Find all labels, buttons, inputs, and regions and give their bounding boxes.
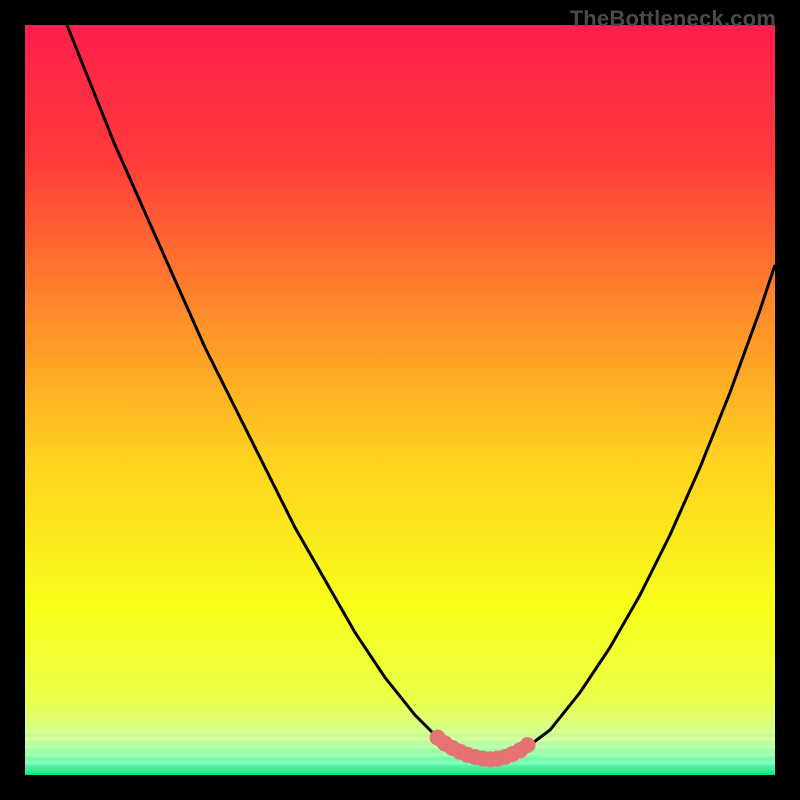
plot-area <box>25 25 775 775</box>
optimal-range-markers <box>430 730 536 768</box>
chart-frame: TheBottleneck.com <box>0 0 800 800</box>
attribution-text: TheBottleneck.com <box>570 6 776 32</box>
bottleneck-curve-svg <box>25 25 775 775</box>
optimal-range-dot <box>520 737 536 753</box>
bottleneck-curve <box>25 25 775 760</box>
